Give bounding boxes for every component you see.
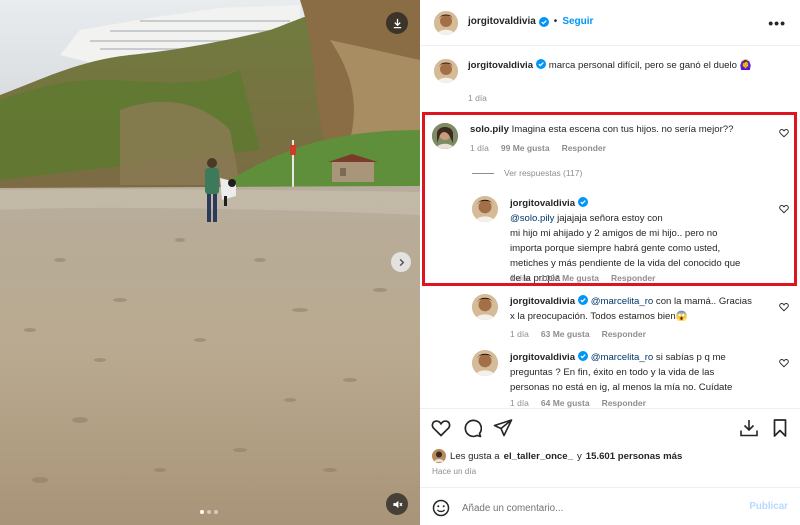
beach-photo [0, 0, 420, 525]
reply-likes[interactable]: 64 Me gusta [541, 398, 590, 408]
follow-button[interactable]: Seguir [562, 16, 593, 27]
reply-time: 1 día [510, 329, 529, 339]
verified-badge-icon [538, 16, 549, 27]
reply-text-line: si sabías p q me [653, 352, 726, 363]
reply-avatar[interactable] [472, 350, 498, 376]
verified-badge-icon [578, 351, 589, 361]
avatar-image [434, 59, 458, 83]
save-bookmark-icon[interactable] [770, 418, 790, 438]
carousel-indicator [200, 510, 218, 514]
caption-text: marca personal difícil, pero se ganó el … [548, 60, 752, 71]
author-username[interactable]: jorgitovaldivia [468, 16, 536, 27]
post-media[interactable] [0, 0, 420, 525]
post-actions: Les gusta a el_taller_once_ y 15.601 per… [420, 408, 800, 525]
author-avatar[interactable] [434, 11, 458, 35]
chevron-right-icon [399, 258, 404, 266]
avatar-image [472, 294, 498, 320]
like-heart-icon[interactable] [431, 418, 451, 438]
mute-button[interactable] [386, 493, 408, 515]
likes-summary[interactable]: Les gusta a el_taller_once_ y 15.601 per… [432, 449, 682, 463]
next-slide-button[interactable] [391, 252, 411, 272]
reply-avatar[interactable] [472, 294, 498, 320]
avatar-image [472, 350, 498, 376]
avatar-image [434, 11, 458, 35]
caption-time: 1 día [468, 93, 487, 103]
reply-username[interactable]: jorgitovaldivia [510, 352, 575, 363]
liker-avatar [432, 449, 446, 463]
download-button[interactable] [386, 12, 408, 34]
carousel-dot [200, 510, 204, 514]
reply-text-line: preguntas ? En fin, éxito en todo y la v… [510, 367, 715, 378]
reply-username[interactable]: jorgitovaldivia [510, 296, 575, 307]
share-paper-plane-icon[interactable] [493, 418, 513, 438]
emoji-icon[interactable] [432, 499, 450, 517]
comment-bubble-icon[interactable] [462, 418, 482, 438]
carousel-dot [214, 510, 218, 514]
publish-button[interactable]: Publicar [749, 501, 788, 512]
reply-text-line: con la mamá.. Gracias [653, 296, 752, 307]
caption-avatar[interactable] [434, 59, 458, 83]
likes-connector: y [576, 450, 582, 462]
reply-mention[interactable]: @marcelita_ro [591, 352, 654, 363]
likes-user[interactable]: el_taller_once_ [504, 451, 573, 462]
more-options-button[interactable]: ••• [768, 15, 786, 31]
reply-likes[interactable]: 63 Me gusta [541, 329, 590, 339]
highlight-box [422, 112, 797, 286]
post-header: jorgitovaldivia • Seguir ••• [420, 0, 800, 46]
like-comment-heart-icon[interactable] [779, 302, 789, 312]
muted-speaker-icon [392, 500, 402, 508]
separator-dot: • [553, 16, 558, 27]
download-icon [393, 18, 401, 28]
like-comment-heart-icon[interactable] [779, 358, 789, 368]
post-timestamp: Hace un día [432, 467, 477, 476]
comment-input[interactable] [462, 499, 732, 517]
caption-username[interactable]: jorgitovaldivia [468, 60, 533, 71]
reply-button[interactable]: Responder [602, 329, 646, 339]
reply-time: 1 día [510, 398, 529, 408]
add-comment-bar: Publicar [420, 487, 800, 525]
reply-text-line: personas no está en ig, al menos la mía … [510, 382, 733, 393]
likes-count[interactable]: 15.601 personas más [586, 451, 683, 462]
post-sidebar: jorgitovaldivia • Seguir ••• jorgitovald… [420, 0, 800, 525]
reply-mention[interactable]: @marcelita_ro [591, 296, 654, 307]
reply-text-line: x la preocupación. Todos estamos bien😱 [510, 311, 688, 322]
reply-button[interactable]: Responder [602, 398, 646, 408]
likes-prefix: Les gusta a [450, 450, 500, 462]
verified-badge-icon [536, 59, 547, 69]
verified-badge-icon [578, 295, 589, 305]
carousel-dot [207, 510, 211, 514]
download-arrow-icon[interactable] [739, 418, 759, 438]
